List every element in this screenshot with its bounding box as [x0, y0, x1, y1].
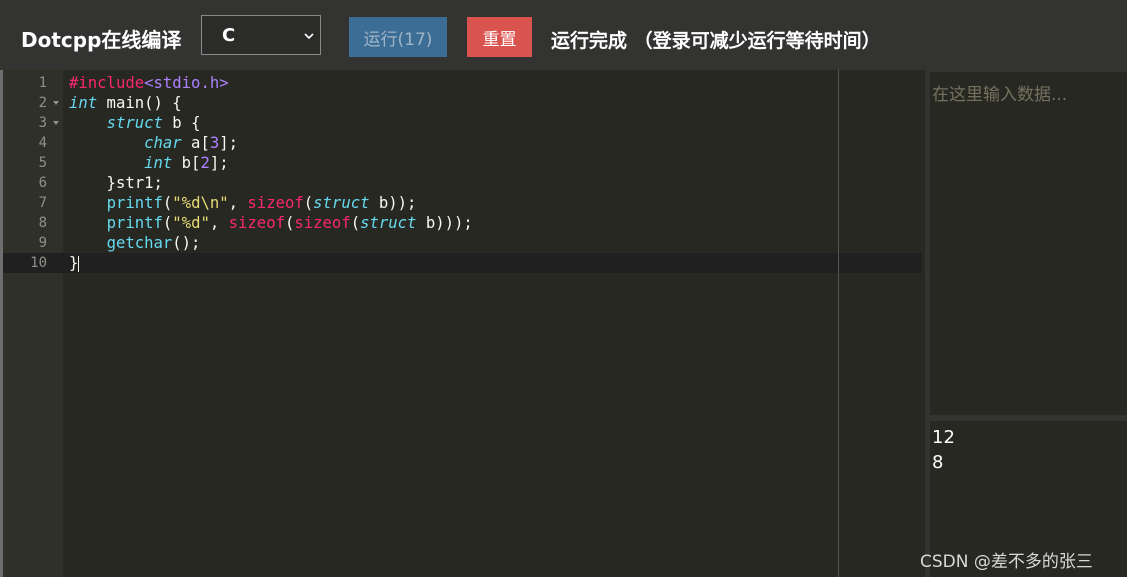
code-token: }str1;	[69, 174, 163, 192]
code-token: ];	[219, 134, 239, 152]
code-line: char a[3];	[69, 133, 238, 153]
code-token: main() {	[97, 94, 182, 112]
code-token: (	[303, 194, 314, 212]
code-token: char	[144, 134, 182, 152]
line-number: 8	[3, 213, 63, 233]
code-line: printf("%d\n", sizeof(struct b));	[69, 193, 417, 213]
code-token: printf	[106, 214, 163, 232]
line-number: 1	[3, 73, 63, 93]
code-token: b)));	[416, 214, 473, 232]
code-token: sizeof	[294, 214, 351, 232]
fold-arrow-icon[interactable]	[53, 121, 59, 125]
line-number-label: 7	[38, 195, 47, 211]
toolbar: Dotcpp在线编译 C 运行(17) 重置 运行完成 （登录可减少运行等待时间…	[0, 0, 1127, 70]
code-token: ();	[172, 234, 201, 252]
line-number: 4	[3, 133, 63, 153]
line-number: 7	[3, 193, 63, 213]
stdin-placeholder: 在这里输入数据...	[932, 85, 1068, 105]
language-select[interactable]: C	[201, 15, 321, 55]
code-token: (	[162, 194, 173, 212]
code-token: ];	[209, 154, 229, 172]
code-token: b[	[172, 154, 201, 172]
line-number: 5	[3, 153, 63, 173]
line-number-label: 3	[38, 115, 47, 131]
language-select-value: C	[222, 25, 236, 46]
code-token: ,	[209, 214, 229, 232]
code-line: }str1;	[69, 173, 163, 193]
line-number: 6	[3, 173, 63, 193]
code-token: ,	[228, 194, 248, 212]
line-number-label: 6	[38, 175, 47, 191]
active-line-highlight	[3, 253, 922, 273]
code-token: }	[69, 254, 79, 272]
line-number-label: 9	[38, 235, 47, 251]
code-token: b));	[369, 194, 417, 212]
run-status: 运行完成 （登录可减少运行等待时间）	[551, 30, 881, 52]
code-token: 3	[209, 134, 220, 152]
code-token: printf	[106, 194, 163, 212]
code-token: int	[69, 94, 98, 112]
line-number-label: 2	[38, 95, 47, 111]
code-token: struct	[313, 194, 370, 212]
line-number-label: 5	[38, 155, 47, 171]
code-token: getchar	[106, 234, 173, 252]
code-line: }	[69, 253, 80, 273]
print-margin	[838, 70, 839, 577]
line-number-label: 10	[30, 255, 47, 271]
app-title: Dotcpp在线编译	[21, 28, 182, 52]
chevron-down-icon	[304, 33, 314, 40]
code-token: (	[162, 214, 173, 232]
stdin-input[interactable]: 在这里输入数据...	[930, 72, 1127, 415]
code-token: b {	[162, 114, 201, 132]
code-token: sizeof	[228, 214, 285, 232]
code-token: <stdio.h>	[144, 74, 229, 92]
code-line: int main() {	[69, 93, 182, 113]
code-token: struct	[106, 114, 163, 132]
code-token: "%d"	[172, 214, 210, 232]
code-line: struct b {	[69, 113, 201, 133]
reset-button[interactable]: 重置	[467, 17, 532, 57]
code-token: struct	[360, 214, 417, 232]
line-number: 2	[3, 93, 63, 113]
code-token: a[	[181, 134, 210, 152]
line-number: 9	[3, 233, 63, 253]
line-number-label: 4	[38, 135, 47, 151]
code-token: int	[144, 154, 173, 172]
code-line: #include<stdio.h>	[69, 73, 229, 93]
line-number-label: 8	[38, 215, 47, 231]
code-token: (	[350, 214, 361, 232]
line-number-label: 1	[38, 75, 47, 91]
code-line: int b[2];	[69, 153, 229, 173]
line-number: 10	[3, 253, 63, 273]
code-editor[interactable]: 1 2 3 4 5 6 7 8 9 10 #include<stdio.h> int main() …	[0, 70, 925, 577]
fold-arrow-icon[interactable]	[53, 101, 59, 105]
code-token: 2	[200, 154, 210, 172]
code-token: #include	[69, 74, 145, 92]
code-token: "%d\n"	[172, 194, 229, 212]
watermark: CSDN @差不多的张三	[920, 552, 1093, 572]
text-cursor	[78, 255, 80, 272]
code-line: getchar();	[69, 233, 201, 253]
code-token: sizeof	[247, 194, 304, 212]
output-line: 8	[932, 452, 944, 473]
line-number: 3	[3, 113, 63, 133]
output-line: 12	[932, 427, 955, 448]
run-button[interactable]: 运行(17)	[349, 17, 447, 57]
code-line: printf("%d", sizeof(sizeof(struct b)));	[69, 213, 473, 233]
code-token: (	[284, 214, 295, 232]
